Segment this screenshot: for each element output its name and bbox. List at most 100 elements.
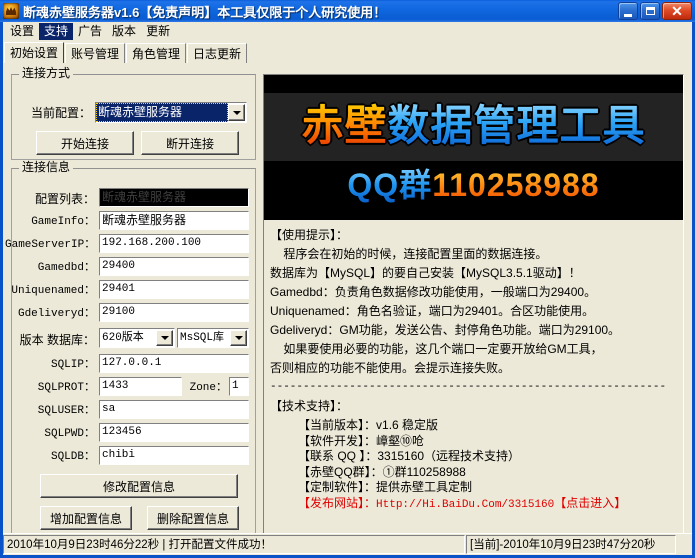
title-bar: 断魂赤壁服务器v1.6【免责声明】本工具仅限于个人研究使用！ ✕ — [0, 0, 695, 22]
support-value-developer: 嶂壑⑩呛 — [376, 434, 424, 448]
menu-item-ads[interactable]: 广告 — [73, 23, 107, 40]
tips-line-2: 数据库为【MySQL】的要自己安装【MySQL3.5.1驱动】！ — [270, 264, 679, 283]
zone-field[interactable]: 1 — [229, 377, 249, 396]
config-list-label: 配置列表： — [19, 192, 95, 206]
sqlprot-field[interactable]: 1433 — [99, 377, 182, 396]
status-current-time: [当前]-2010年10月9日23时47分20秒 — [466, 535, 676, 554]
current-config-combobox[interactable]: 断魂赤壁服务器 — [95, 102, 247, 123]
tips-line-4: Uniquenamed：角色名验证，端口为29401。合区功能使用。 — [270, 302, 679, 321]
tips-heading: 【使用提示】： — [270, 226, 679, 245]
application-window: 断魂赤壁服务器v1.6【免责声明】本工具仅限于个人研究使用！ ✕ 设置 支持 广… — [0, 0, 695, 558]
banner-qq-line: QQ群110258988 — [264, 163, 683, 207]
version-db-label: 版本 数据库： — [15, 333, 95, 347]
gdeliveryd-field[interactable]: 29100 — [99, 303, 249, 322]
tab-account-management[interactable]: 账号管理 — [65, 43, 125, 63]
gameinfo-field[interactable]: 断魂赤壁服务器 — [99, 211, 249, 230]
menu-item-version[interactable]: 版本 — [107, 23, 141, 40]
tips-line-5: Gdeliveryd：GM功能，发送公告、封停角色功能。端口为29100。 — [270, 321, 679, 340]
support-row-contact-qq: 【联系 QQ 】：3315160（远程技术支持） — [298, 449, 679, 465]
sqlpwd-label: SQLPWD： — [23, 427, 95, 441]
tab-role-management[interactable]: 角色管理 — [126, 43, 186, 63]
tips-line-3: Gamedbd：负责角色数据修改功能使用，一般端口为29400。 — [270, 283, 679, 302]
support-row-qq-group: 【赤壁QQ群】：①群110258988 — [298, 465, 679, 481]
gameserverip-field[interactable]: 192.168.200.100 — [99, 234, 249, 253]
window-title: 断魂赤壁服务器v1.6【免责声明】本工具仅限于个人研究使用！ — [23, 2, 616, 21]
support-value-current-version: v1.6 稳定版 — [376, 418, 438, 432]
database-value: MsSQL库 — [178, 329, 230, 347]
menu-item-support[interactable]: 支持 — [39, 23, 73, 40]
connection-method-title: 连接方式 — [19, 67, 73, 80]
gameserverip-label: GameServerIP： — [5, 238, 95, 252]
database-combobox[interactable]: MsSQL库 — [177, 328, 249, 348]
support-row-website[interactable]: 【发布网站】：Http://Hi.BaiDu.Com/3315160【点击进入】 — [298, 496, 679, 514]
delete-config-button[interactable]: 删除配置信息 — [147, 506, 239, 530]
support-row-custom-software: 【定制软件】：提供赤壁工具定制 — [298, 480, 679, 496]
tab-log-update[interactable]: 日志更新 — [187, 43, 247, 63]
sqlpwd-field[interactable]: 123456 — [99, 423, 249, 442]
support-row-current-version: 【当前版本】：v1.6 稳定版 — [298, 418, 679, 434]
maximize-button[interactable] — [640, 2, 660, 20]
close-icon: ✕ — [663, 3, 691, 19]
divider: ----------------------------------------… — [270, 378, 679, 397]
menu-item-settings[interactable]: 设置 — [5, 23, 39, 40]
support-heading: 【技术支持】： — [270, 397, 679, 416]
website-url-link[interactable]: Http://Hi.BaiDu.Com/3315160 — [376, 499, 554, 511]
version-combobox[interactable]: 620版本 — [99, 328, 175, 348]
website-enter-link[interactable]: 【点击进入】 — [554, 496, 626, 510]
tips-line-6: 如果要使用必要的功能，这几个端口一定要开放给GM工具， — [270, 340, 679, 359]
minimize-button[interactable] — [618, 2, 638, 20]
support-key-website: 【发布网站】： — [298, 496, 376, 510]
window-controls: ✕ — [616, 2, 692, 20]
uniquenamed-label: Uniquenamed： — [9, 284, 95, 298]
window-client-frame: 设置 支持 广告 版本 更新 初始设置 账号管理 角色管理 日志更新 连接方式 … — [0, 22, 695, 558]
sqlip-field[interactable]: 127.0.0.1 — [99, 354, 249, 373]
status-message: 2010年10月9日23时46分22秒 | 打开配置文件成功！ — [3, 535, 465, 554]
add-config-button[interactable]: 增加配置信息 — [40, 506, 132, 530]
support-value-qq-group: ①群110258988 — [383, 465, 466, 479]
app-icon — [3, 3, 19, 19]
client-area: 设置 支持 广告 版本 更新 初始设置 账号管理 角色管理 日志更新 连接方式 … — [3, 22, 692, 555]
tab-initial-settings[interactable]: 初始设置 — [4, 42, 64, 63]
banner-title-part1: 赤壁 — [301, 102, 387, 149]
support-row-developer: 【软件开发】：嶂壑⑩呛 — [298, 434, 679, 450]
chevron-down-icon[interactable] — [230, 330, 247, 346]
zone-label: Zone： — [185, 381, 227, 395]
menu-bar: 设置 支持 广告 版本 更新 — [3, 22, 692, 41]
support-key-contact-qq: 【联系 QQ 】： — [298, 449, 377, 463]
close-button[interactable]: ✕ — [662, 2, 692, 20]
resize-grip[interactable] — [676, 534, 692, 555]
config-list-field[interactable]: 断魂赤壁服务器 — [99, 188, 249, 207]
disconnect-button[interactable]: 断开连接 — [141, 131, 239, 155]
support-key-developer: 【软件开发】： — [298, 434, 376, 448]
current-config-value: 断魂赤壁服务器 — [96, 103, 228, 122]
banner: 赤壁数据管理工具 QQ群110258988 — [264, 75, 683, 220]
sqlip-label: SQLIP： — [25, 358, 95, 372]
support-value-contact-qq: 3315160（远程技术支持） — [377, 449, 520, 463]
gamedbd-label: Gamedbd： — [15, 261, 95, 275]
support-value-custom-software: 提供赤壁工具定制 — [376, 480, 472, 494]
sqluser-field[interactable]: sa — [99, 400, 249, 419]
sqlprot-label: SQLPROT： — [17, 381, 95, 395]
uniquenamed-field[interactable]: 29401 — [99, 280, 249, 299]
modify-config-button[interactable]: 修改配置信息 — [40, 474, 238, 498]
support-key-custom-software: 【定制软件】： — [298, 480, 376, 494]
banner-qq-number: 110258988 — [432, 167, 599, 203]
banner-title: 赤壁数据管理工具 — [264, 96, 683, 156]
connect-button[interactable]: 开始连接 — [36, 131, 134, 155]
sqldb-field[interactable]: chibi — [99, 446, 249, 465]
menu-item-update[interactable]: 更新 — [141, 23, 175, 40]
sqldb-label: SQLDB： — [29, 450, 95, 464]
status-bar: 2010年10月9日23时46分22秒 | 打开配置文件成功！ [当前]-201… — [3, 533, 692, 555]
connection-info-title: 连接信息 — [19, 161, 73, 174]
chevron-down-icon[interactable] — [228, 104, 245, 121]
info-panel: 赤壁数据管理工具 QQ群110258988 【使用提示】： 程序会在初始的时候，… — [263, 74, 684, 540]
current-config-label: 当前配置： — [15, 106, 91, 120]
chevron-down-icon[interactable] — [156, 330, 173, 346]
tab-strip: 初始设置 账号管理 角色管理 日志更新 — [3, 41, 692, 63]
tips-line-7: 否则相应的功能不能使用。会提示连接失败。 — [270, 359, 679, 378]
support-key-current-version: 【当前版本】： — [298, 418, 376, 432]
support-key-qq-group: 【赤壁QQ群】： — [298, 465, 383, 479]
gamedbd-field[interactable]: 29400 — [99, 257, 249, 276]
version-value: 620版本 — [100, 329, 156, 347]
sqluser-label: SQLUSER： — [17, 404, 95, 418]
